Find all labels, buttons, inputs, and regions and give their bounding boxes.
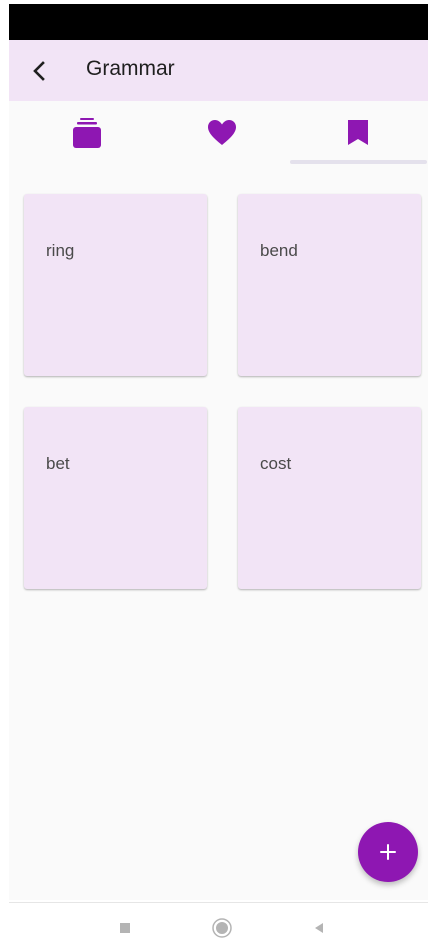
back-button[interactable] <box>23 54 57 88</box>
card-1[interactable]: bend <box>238 194 421 376</box>
recents-button[interactable] <box>112 915 138 940</box>
screen: Grammar ring bend bet cost <box>0 0 428 940</box>
card-text: ring <box>46 241 75 260</box>
chevron-left-icon <box>33 61 45 81</box>
app-screen: Grammar ring bend bet cost <box>9 40 428 938</box>
back-triangle-icon <box>315 923 323 933</box>
home-circle-icon <box>212 918 232 938</box>
add-button[interactable] <box>358 822 418 882</box>
page-title: Grammar <box>86 57 175 80</box>
plus-icon <box>380 844 396 860</box>
tab-favorites[interactable] <box>152 101 292 165</box>
tab-bar <box>9 101 428 165</box>
card-stack-icon <box>73 118 101 148</box>
system-back-button[interactable] <box>306 915 332 940</box>
tab-indicator <box>290 160 427 164</box>
recents-square-icon <box>120 923 130 933</box>
system-nav-bar <box>9 902 428 940</box>
card-text: cost <box>260 454 292 473</box>
tab-bookmarks[interactable] <box>288 101 428 165</box>
heart-icon <box>208 120 236 145</box>
card-2[interactable]: bet <box>24 407 207 589</box>
card-3[interactable]: cost <box>238 407 421 589</box>
card-text: bend <box>260 241 298 260</box>
home-button[interactable] <box>209 915 235 940</box>
card-text: bet <box>46 454 70 473</box>
bookmark-icon <box>348 120 368 145</box>
tab-all-cards[interactable] <box>17 101 157 165</box>
status-bar <box>9 4 428 40</box>
app-bar: Grammar <box>9 40 428 101</box>
card-0[interactable]: ring <box>24 194 207 376</box>
